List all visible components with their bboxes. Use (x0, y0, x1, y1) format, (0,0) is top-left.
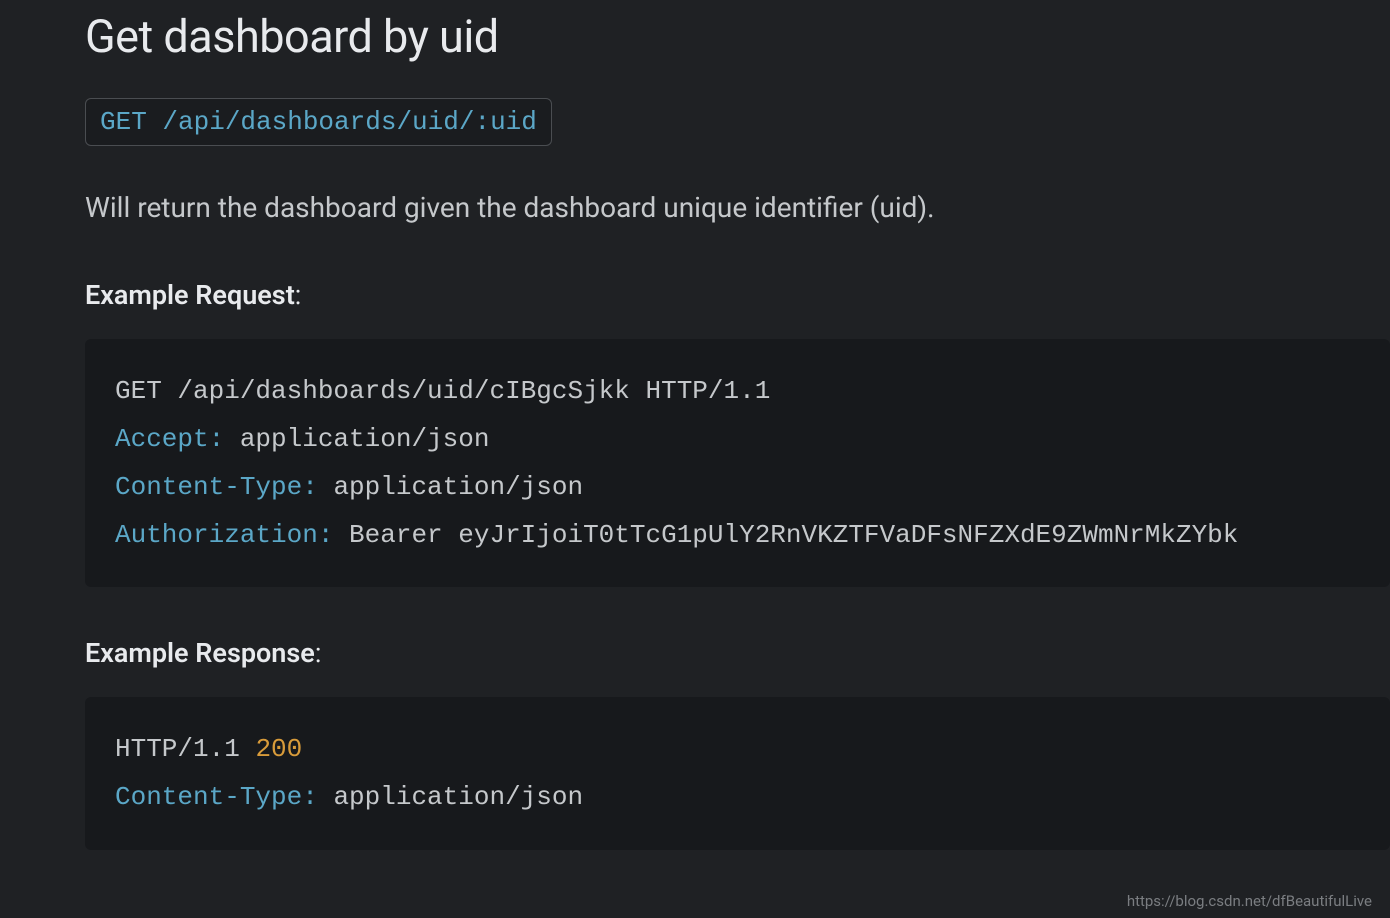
request-accept-header: Accept: application/json (115, 415, 1360, 463)
doc-content: Get dashboard by uid GET /api/dashboards… (0, 0, 1390, 850)
response-content-type-header: Content-Type: application/json (115, 773, 1360, 821)
response-status-line: HTTP/1.1 200 (115, 725, 1360, 773)
example-request-label: Example Request: (85, 279, 1390, 311)
watermark-url: https://blog.csdn.net/dfBeautifulLive (1127, 892, 1372, 910)
request-content-type-header: Content-Type: application/json (115, 463, 1360, 511)
example-response-label: Example Response: (85, 637, 1390, 669)
response-code-block: HTTP/1.1 200 Content-Type: application/j… (85, 697, 1390, 849)
request-authorization-header: Authorization: Bearer eyJrIjoiT0tTcG1pUl… (115, 511, 1360, 559)
page-title: Get dashboard by uid (85, 10, 1390, 63)
endpoint-description: Will return the dashboard given the dash… (85, 191, 1390, 224)
request-code-block: GET /api/dashboards/uid/cIBgcSjkk HTTP/1… (85, 339, 1390, 587)
endpoint-badge: GET /api/dashboards/uid/:uid (85, 98, 552, 146)
request-line: GET /api/dashboards/uid/cIBgcSjkk HTTP/1… (115, 367, 1360, 415)
